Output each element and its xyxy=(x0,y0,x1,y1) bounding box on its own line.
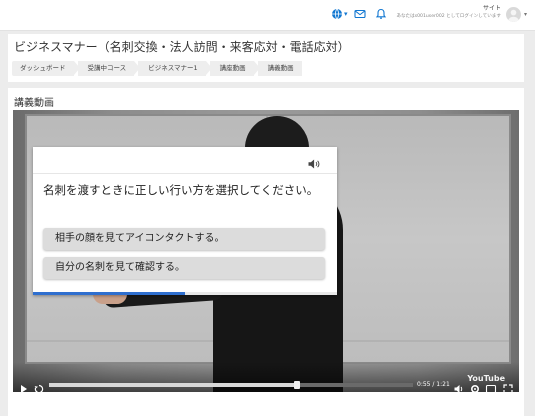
player-controls: 0:55 / 1:21 xyxy=(13,380,519,392)
speaker-icon[interactable] xyxy=(307,155,321,169)
video-progress-handle[interactable] xyxy=(293,381,300,389)
login-status: あなたはs001user002 としてログインしています xyxy=(396,14,501,19)
top-navbar: ▾ サイト あなたはs001user002 としてログインしています ▾ xyxy=(0,0,535,31)
user-menu-caret-icon[interactable]: ▾ xyxy=(524,11,527,18)
captions-icon[interactable] xyxy=(485,380,497,392)
section-title: 講義動画 xyxy=(14,98,54,109)
page-header: ビジネスマナー（名刺交換・法人訪問・来客応対・電話応対） ダッシュボード 受講中… xyxy=(8,34,524,82)
play-icon[interactable] xyxy=(19,380,29,392)
replay-icon[interactable] xyxy=(33,380,45,392)
fullscreen-icon[interactable] xyxy=(502,380,514,392)
user-name: サイト xyxy=(482,5,501,12)
quiz-option-1[interactable]: 相手の顔を見てアイコンタクトする。 xyxy=(43,228,325,250)
video-progress-bar[interactable] xyxy=(49,381,413,389)
video-player[interactable]: YouTube 0:55 / 1:21 名刺を渡すときに正しい行い方を選択してく… xyxy=(13,110,519,392)
mail-icon[interactable] xyxy=(354,8,368,22)
breadcrumb-course[interactable]: ビジネスマナー1 xyxy=(138,61,213,76)
quiz-divider xyxy=(33,173,337,174)
main-content: 講義動画 YouTube 0:55 / 1:21 名刺を渡すときに正しい行い方を… xyxy=(8,88,524,416)
breadcrumb-section[interactable]: 講座動画 xyxy=(209,61,260,76)
video-progress-played xyxy=(49,383,297,387)
globe-icon[interactable] xyxy=(331,8,345,22)
language-caret-icon[interactable]: ▾ xyxy=(344,10,348,18)
quiz-progress-bar xyxy=(33,292,185,295)
avatar[interactable] xyxy=(506,7,521,22)
video-time: 0:55 / 1:21 xyxy=(417,381,450,388)
quiz-option-2[interactable]: 自分の名刺を見て確認する。 xyxy=(43,257,325,279)
quiz-overlay: 名刺を渡すときに正しい行い方を選択してください。 相手の顔を見てアイコンタクトす… xyxy=(33,147,337,295)
user-menu[interactable]: サイト あなたはs001user002 としてログインしています xyxy=(396,5,501,20)
breadcrumb-enrolled-courses[interactable]: 受講中コース xyxy=(77,61,140,76)
breadcrumb-current: 講義動画 xyxy=(257,61,302,76)
bell-icon[interactable] xyxy=(375,8,389,22)
settings-gear-icon[interactable] xyxy=(469,380,481,392)
breadcrumb: ダッシュボード 受講中コース ビジネスマナー1 講座動画 講義動画 xyxy=(12,61,306,76)
quiz-question: 名刺を渡すときに正しい行い方を選択してください。 xyxy=(43,183,319,197)
volume-icon[interactable] xyxy=(453,380,465,392)
breadcrumb-dashboard[interactable]: ダッシュボード xyxy=(12,61,79,76)
page-title: ビジネスマナー（名刺交換・法人訪問・来客応対・電話応対） xyxy=(14,40,350,54)
